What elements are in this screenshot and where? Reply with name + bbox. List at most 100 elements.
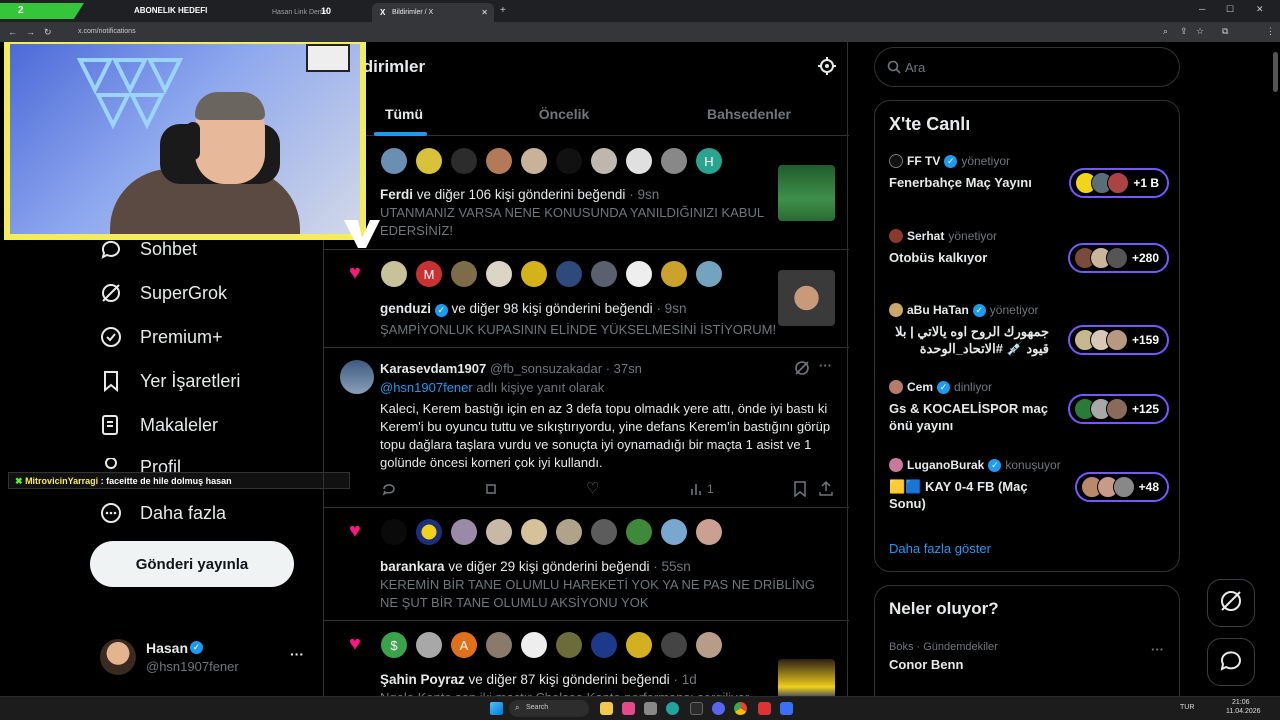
liker-avatar <box>626 148 652 174</box>
notification-item[interactable]: ♥ M genduzi ✓ ve diğer 98 kişi gönderini… <box>324 250 849 348</box>
notification-tabs: Tümü Öncelik Bahsedenler <box>324 92 849 136</box>
account-more-icon[interactable]: ··· <box>290 646 304 662</box>
post-thumbnail[interactable] <box>778 165 835 221</box>
maximize-icon[interactable]: ☐ <box>1226 4 1234 15</box>
avatar[interactable] <box>340 360 374 394</box>
listeners-pill[interactable]: +280 <box>1067 243 1169 273</box>
tab-bildirimler[interactable]: X Bildirimler / X ✕ <box>372 3 494 22</box>
chat-user: MitrovicinYarragi <box>25 476 99 486</box>
discord-icon[interactable] <box>712 702 725 715</box>
url-field[interactable]: x.com/notifications <box>78 28 136 35</box>
tab-hasan-link[interactable]: Hasan Link Deme <box>252 3 370 22</box>
app-icon[interactable] <box>690 702 703 715</box>
actor-name[interactable]: genduzi <box>380 301 431 316</box>
more-options-icon[interactable]: ··· <box>819 358 832 373</box>
views-icon[interactable] <box>690 482 704 501</box>
trend-name[interactable]: Conor Benn <box>889 657 963 672</box>
liker-avatar <box>696 632 722 658</box>
star-icon[interactable]: ☆ <box>1196 26 1204 37</box>
clock-time[interactable]: 21:06 <box>1232 699 1250 706</box>
liker-avatar <box>521 148 547 174</box>
x-notifications-page: Sohbet SuperGrok Premium+ Yer İşaretleri… <box>0 42 1280 696</box>
clock-date[interactable]: 11.04.2026 <box>1226 708 1261 715</box>
like-icon[interactable]: ♡ <box>586 479 599 497</box>
actor-name[interactable]: Şahin Poyraz <box>380 672 465 687</box>
notification-item[interactable]: ♥ barankara ve diğer 29 kişi gönderini b… <box>324 508 849 621</box>
listeners-pill[interactable]: +159 <box>1067 325 1169 355</box>
listeners-pill[interactable]: +48 <box>1074 472 1169 502</box>
liked-post-text: UTANMANIZ VARSA NENE KONUSUNDA YANILDIĞI… <box>380 205 764 238</box>
liker-avatar <box>381 148 407 174</box>
zoom-icon[interactable]: ⌕ <box>1163 26 1168 37</box>
sidebar-item-sohbet[interactable]: Sohbet <box>100 238 197 260</box>
grok-floating-button[interactable] <box>1207 579 1255 627</box>
post-thumbnail[interactable] <box>778 659 835 696</box>
search-input[interactable]: Ara <box>874 47 1180 87</box>
live-item[interactable]: LuganoBurak ✓ konuşuyor 🟨🟦 KAY 0-4 FB (Maç… <box>889 458 1169 528</box>
sidebar-item-bookmarks[interactable]: Yer İşaretleri <box>100 370 240 392</box>
liker-avatar <box>486 519 512 545</box>
actor-name[interactable]: barankara <box>380 559 445 574</box>
reply-icon[interactable] <box>381 481 397 502</box>
notification-item[interactable]: ♥ H Ferdi ve diğer 106 kişi gönderini be… <box>324 137 849 250</box>
account-switcher[interactable]: Hasan ✓ @hsn1907fener ··· <box>100 638 310 678</box>
taskbar-search[interactable]: ⌕ Search <box>509 700 589 717</box>
show-more-link[interactable]: Daha fazla göster <box>889 541 991 556</box>
start-icon[interactable] <box>490 702 503 715</box>
menu-icon[interactable]: ⋮ <box>1266 26 1275 37</box>
timestamp: · 9sn <box>656 301 687 316</box>
app-icon[interactable] <box>758 702 771 715</box>
app-icon[interactable] <box>644 702 657 715</box>
trend-more-icon[interactable]: ··· <box>1151 642 1164 657</box>
timestamp: · 55sn <box>653 559 691 574</box>
reply-post[interactable]: Karasevdam1907 @fb_sonsuzakadar · 37sn ·… <box>324 348 849 508</box>
forward-icon[interactable]: → <box>26 27 35 37</box>
scrollbar[interactable] <box>1273 52 1278 92</box>
listeners-pill[interactable]: +1 B <box>1069 168 1169 198</box>
app-icon[interactable] <box>780 702 793 715</box>
app-icon[interactable] <box>622 702 635 715</box>
liker-avatar <box>451 261 477 287</box>
language-indicator[interactable]: TUR <box>1180 704 1194 711</box>
tab-oncelik[interactable]: Öncelik <box>484 92 644 136</box>
webcam-overlay <box>4 42 366 240</box>
live-item[interactable]: Serhat yönetiyor Otobüs kalkıyor +280 <box>889 229 1169 289</box>
tab-bahsedenler[interactable]: Bahsedenler <box>669 92 829 136</box>
action-text: ve diğer 87 kişi gönderini beğendi <box>468 672 670 687</box>
messages-floating-button[interactable] <box>1207 638 1255 686</box>
new-tab-button[interactable]: + <box>500 5 506 16</box>
live-item[interactable]: FF TV ✓ yönetiyor Fenerbahçe Maç Yayını +1… <box>889 154 1169 214</box>
listeners-pill[interactable]: +125 <box>1067 394 1169 424</box>
close-tab-icon[interactable]: ✕ <box>481 8 488 17</box>
sidebar-item-more[interactable]: Daha fazla <box>100 502 226 524</box>
share-icon[interactable]: ⇪ <box>1180 26 1188 37</box>
grok-icon[interactable] <box>794 360 810 376</box>
author-name[interactable]: Karasevdam1907 <box>380 361 486 376</box>
extensions-icon[interactable]: ⧉ <box>1222 26 1228 37</box>
verified-icon: ✓ <box>988 458 1002 472</box>
back-icon[interactable]: ← <box>8 27 17 37</box>
sidebar-item-supergrok[interactable]: SuperGrok <box>100 282 227 304</box>
close-window-icon[interactable]: ✕ <box>1256 4 1264 15</box>
repost-icon[interactable] <box>483 481 499 502</box>
edge-icon[interactable] <box>666 702 679 715</box>
reply-to-handle[interactable]: @hsn1907fener <box>380 380 473 395</box>
post-button[interactable]: Gönderi yayınla <box>90 541 294 587</box>
bookmark-icon[interactable] <box>793 481 807 502</box>
live-item[interactable]: Cem ✓ dinliyor Gs & KOCAELİSPOR maç önü ya… <box>889 380 1169 450</box>
sidebar-item-articles[interactable]: Makaleler <box>100 414 218 436</box>
settings-gear-icon[interactable] <box>817 56 837 76</box>
reload-icon[interactable]: ↻ <box>44 27 52 38</box>
live-item[interactable]: aBu HaTan ✓ yönetiyor جمهورك الروح اوه يال… <box>889 303 1169 373</box>
share-icon[interactable] <box>819 480 833 501</box>
liked-post-text: Ngolo Kante son iki maçtır Chelsea Kante… <box>380 689 780 696</box>
verified-icon: ✓ <box>434 304 448 317</box>
account-name: Hasan <box>146 640 189 656</box>
sidebar-item-premium[interactable]: Premium+ <box>100 326 223 348</box>
post-thumbnail[interactable] <box>778 270 835 326</box>
notification-item[interactable]: ♥ $ A Şahin Poyraz ve diğer 87 kişi gönd… <box>324 621 849 696</box>
file-explorer-icon[interactable] <box>600 702 613 715</box>
actor-name[interactable]: Ferdi <box>380 187 413 202</box>
chrome-icon[interactable] <box>734 702 747 715</box>
minimize-icon[interactable]: ─ <box>1199 4 1205 14</box>
